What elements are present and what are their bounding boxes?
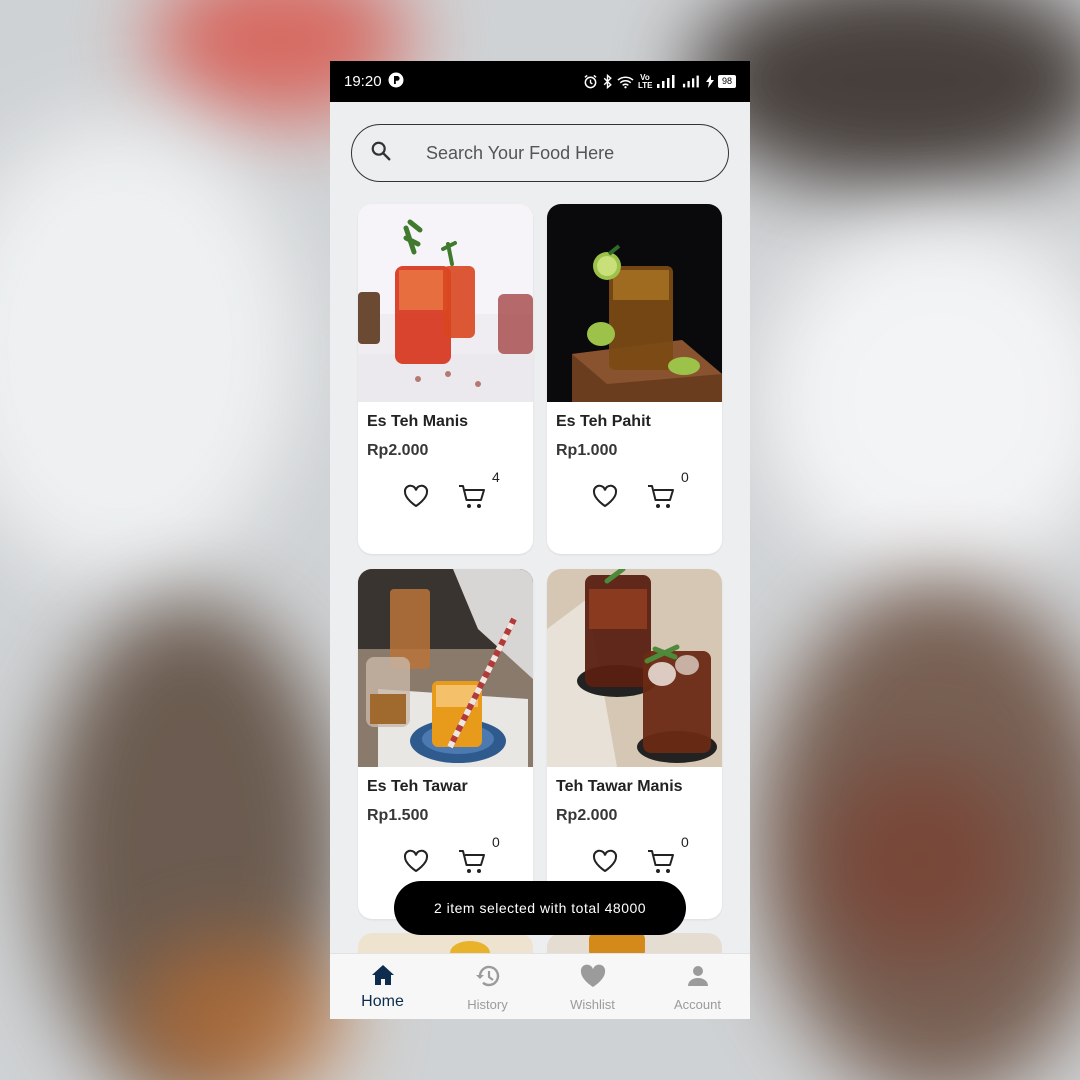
nav-item-account[interactable]: Account xyxy=(645,954,750,1019)
alarm-icon xyxy=(583,74,598,89)
cart-count: 0 xyxy=(492,834,500,850)
status-time: 19:20 xyxy=(344,73,382,90)
home-icon xyxy=(371,964,395,991)
bluetooth-icon xyxy=(602,74,613,89)
add-to-cart-icon[interactable] xyxy=(458,484,486,515)
wishlist-heart-icon[interactable] xyxy=(403,484,429,513)
product-card[interactable]: Es Teh Pahit Rp1.000 0 xyxy=(547,204,722,554)
product-price: Rp2.000 xyxy=(367,442,429,459)
product-name: Es Teh Pahit xyxy=(556,413,651,430)
cart-count: 0 xyxy=(681,469,689,485)
volte-label: Vo LTE xyxy=(637,72,653,90)
add-to-cart-icon[interactable] xyxy=(458,849,486,880)
person-icon xyxy=(686,964,710,993)
status-bar: 19:20 Vo LTE 98 xyxy=(330,61,750,102)
signal-icon xyxy=(656,75,678,88)
nav-label-wishlist: Wishlist xyxy=(570,997,615,1012)
wishlist-heart-icon[interactable] xyxy=(403,849,429,878)
notification-icon xyxy=(388,72,404,92)
add-to-cart-icon[interactable] xyxy=(647,484,675,515)
nav-label-home: Home xyxy=(361,993,404,1010)
product-card[interactable]: Es Teh Tawar Rp1.500 0 xyxy=(358,569,533,919)
cart-summary-toast: 2 item selected with total 48000 xyxy=(394,881,686,935)
wishlist-heart-icon[interactable] xyxy=(592,484,618,513)
nav-item-wishlist[interactable]: Wishlist xyxy=(540,954,645,1019)
heart-icon xyxy=(580,964,606,993)
nav-label-account: Account xyxy=(674,997,721,1012)
signal-icon-2 xyxy=(682,75,702,88)
product-image-iced-tea-lime xyxy=(547,204,722,402)
search-input[interactable] xyxy=(426,142,686,164)
nav-label-history: History xyxy=(467,997,508,1012)
product-price: Rp1.500 xyxy=(367,807,429,824)
search-bar[interactable] xyxy=(351,124,729,182)
add-to-cart-icon[interactable] xyxy=(647,849,675,880)
product-name: Teh Tawar Manis xyxy=(556,778,683,795)
product-name: Es Teh Tawar xyxy=(367,778,468,795)
product-price: Rp2.000 xyxy=(556,807,618,824)
battery-level: 98 xyxy=(717,75,736,88)
cart-count: 0 xyxy=(681,834,689,850)
nav-item-history[interactable]: History xyxy=(435,954,540,1019)
product-price: Rp1.000 xyxy=(556,442,618,459)
product-image-iced-tea-mint xyxy=(358,204,533,402)
product-card[interactable]: Teh Tawar Manis Rp2.000 0 xyxy=(547,569,722,919)
history-icon xyxy=(475,964,501,993)
product-image-iced-tea-glasses xyxy=(547,569,722,767)
product-card[interactable]: Es Teh Manis Rp2.000 4 xyxy=(358,204,533,554)
bottom-navigation: Home History Wishlist Account xyxy=(330,953,750,1019)
search-icon xyxy=(370,140,426,167)
product-name: Es Teh Manis xyxy=(367,413,469,430)
wifi-icon xyxy=(617,75,634,89)
phone-screen: 19:20 Vo LTE 98 Search Your Food Here Es… xyxy=(330,61,750,1019)
product-image-iced-tea-straw xyxy=(358,569,533,767)
charging-icon xyxy=(705,75,714,88)
wishlist-heart-icon[interactable] xyxy=(592,849,618,878)
nav-item-home[interactable]: Home xyxy=(330,954,435,1019)
cart-count: 4 xyxy=(492,469,500,485)
